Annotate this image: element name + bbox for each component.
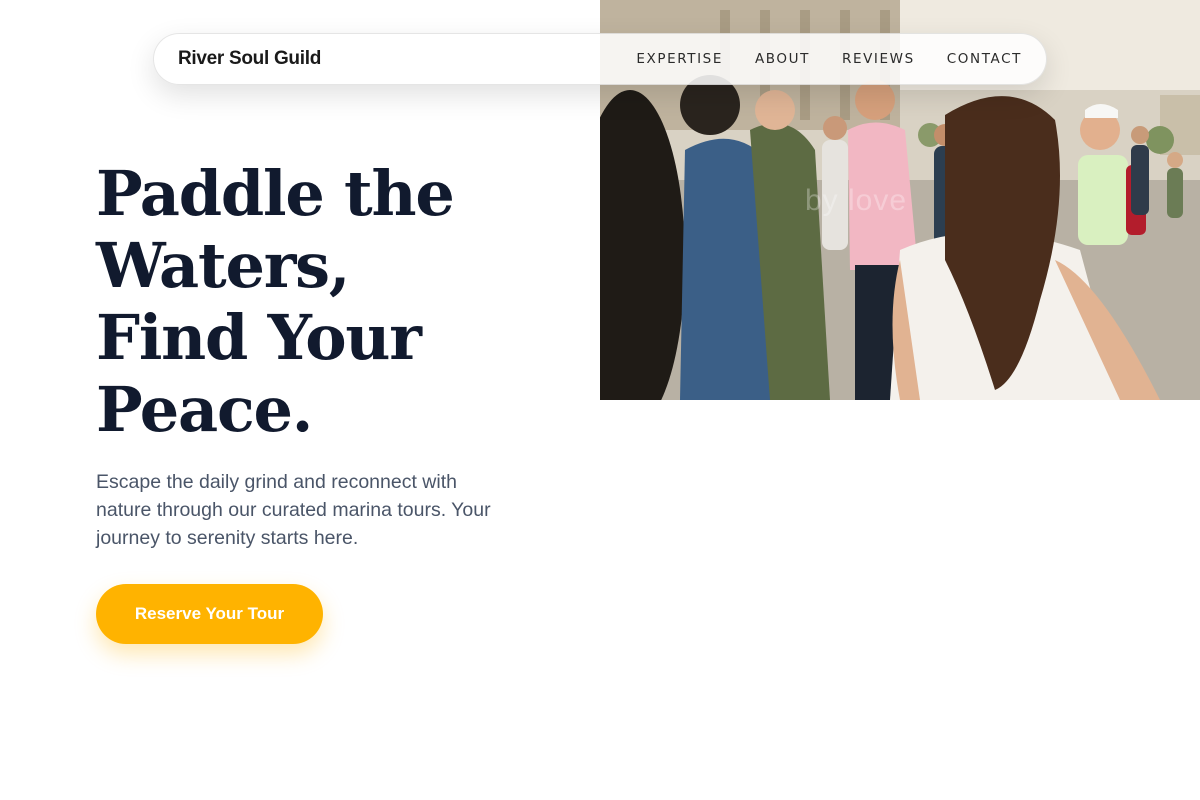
hero-title-line-3: Find Your [96, 301, 422, 374]
hero-title-line-2: Waters, [96, 229, 350, 302]
landing-page: by love River Soul Guild EXPERTISE ABOUT… [0, 0, 1200, 800]
nav-links: EXPERTISE ABOUT REVIEWS CONTACT [636, 51, 1022, 67]
hero-subtitle: Escape the daily grind and reconnect wit… [96, 471, 491, 549]
reserve-tour-button[interactable]: Reserve Your Tour [96, 584, 323, 644]
nav-link-expertise[interactable]: EXPERTISE [636, 51, 723, 67]
brand-logo-link[interactable]: River Soul Guild [178, 48, 321, 70]
photo-watermark-text: by love [805, 184, 908, 217]
hero-title-line-4: Peace. [96, 373, 313, 446]
hero-title-line-1: Paddle the [96, 157, 455, 230]
nav-link-about[interactable]: ABOUT [755, 51, 810, 67]
top-navbar: River Soul Guild EXPERTISE ABOUT REVIEWS… [153, 33, 1047, 85]
nav-link-contact[interactable]: CONTACT [947, 51, 1022, 67]
hero-title: Paddle the Waters, Find Your Peace. [96, 158, 576, 446]
nav-link-reviews[interactable]: REVIEWS [842, 51, 915, 67]
